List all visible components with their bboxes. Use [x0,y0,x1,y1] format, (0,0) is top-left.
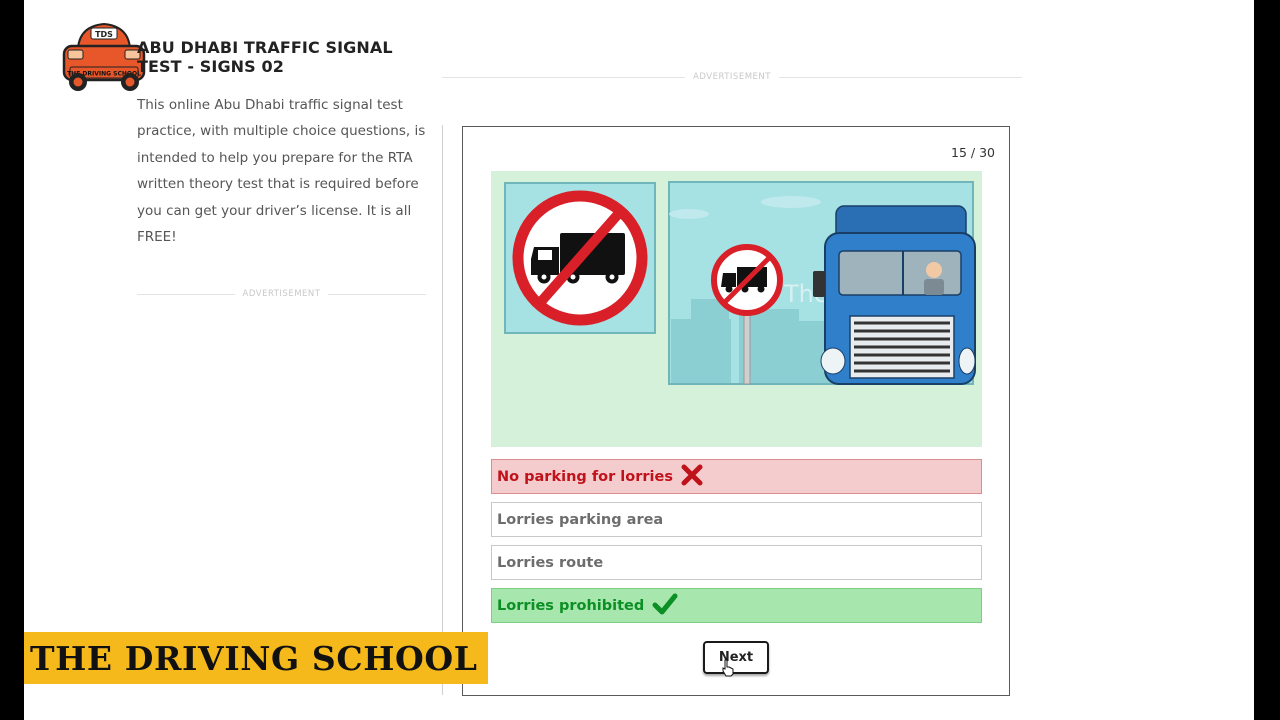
page-description: This online Abu Dhabi traffic signal tes… [137,97,426,246]
quiz-card: 15 / 30 No parking for lorries Lorries p… [462,126,1010,696]
hand-cursor-icon [722,659,734,677]
page-title: ABU DHABI TRAFFIC SIGNAL TEST - SIGNS 02 [137,38,393,76]
ad-label: ADVERTISEMENT [693,72,771,82]
answer-option-label: Lorries parking area [497,511,664,528]
truck-driver-illustration: TheoryTest [668,181,976,385]
question-counter: 15 / 30 [951,145,995,160]
logo-top-text: TDS [95,30,113,39]
column-divider [442,125,443,695]
question-illustration: TheoryTest [491,171,982,447]
answer-option[interactable]: Lorries prohibited [491,588,982,623]
answer-option-label: Lorries prohibited [497,597,645,614]
advertisement-divider-top: ADVERTISEMENT [442,72,1022,82]
next-button[interactable]: Next [703,641,769,674]
ad-label: ADVERTISEMENT [242,289,321,299]
answer-option[interactable]: Lorries parking area [491,502,982,537]
no-lorries-sign-icon [504,182,656,334]
answer-option-label: No parking for lorries [497,468,673,485]
banner-text: THE DRIVING SCHOOL [30,638,478,678]
advertisement-divider-left: ADVERTISEMENT [137,289,426,299]
cross-icon [681,464,703,490]
page: TDS THE DRIVING SCHOOL ABU DHABI TRAFFIC… [24,0,1254,720]
answer-option-label: Lorries route [497,554,604,571]
check-icon [652,593,678,619]
answer-option[interactable]: No parking for lorries [491,459,982,494]
answer-option[interactable]: Lorries route [491,545,982,580]
channel-banner: THE DRIVING SCHOOL [24,632,488,684]
logo[interactable]: TDS THE DRIVING SCHOOL [60,20,148,96]
